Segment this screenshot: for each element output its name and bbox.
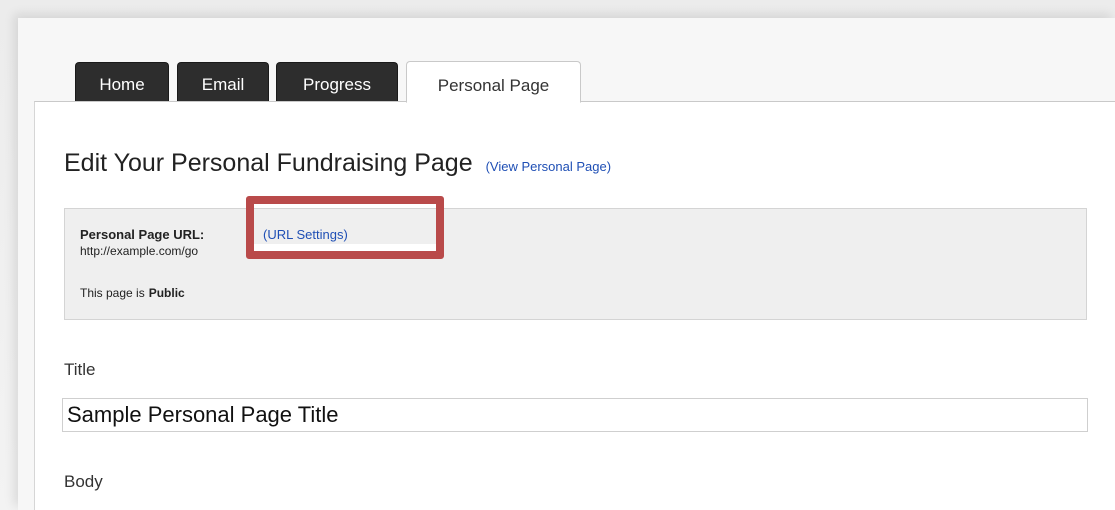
title-input[interactable] [62,398,1088,432]
page-title: Edit Your Personal Fundraising Page (Vie… [64,149,611,178]
title-label: Title [64,360,96,379]
tab-email[interactable]: Email [177,62,269,102]
url-label: Personal Page URL: [80,227,205,242]
tab-personal-page[interactable]: Personal Page [406,61,581,103]
view-personal-page-link[interactable]: (View Personal Page) [486,159,612,174]
url-info-box [64,208,1087,320]
url-value: http://example.com/go [80,244,199,258]
visibility-value: Public [148,286,185,300]
visibility-status: This page is Public [80,286,185,300]
tab-home[interactable]: Home [75,62,169,102]
visibility-prefix: This page is [80,286,145,300]
highlight-box [246,196,444,259]
body-label: Body [64,472,103,491]
tab-progress[interactable]: Progress [276,62,398,102]
page-title-text: Edit Your Personal Fundraising Page [64,149,473,177]
